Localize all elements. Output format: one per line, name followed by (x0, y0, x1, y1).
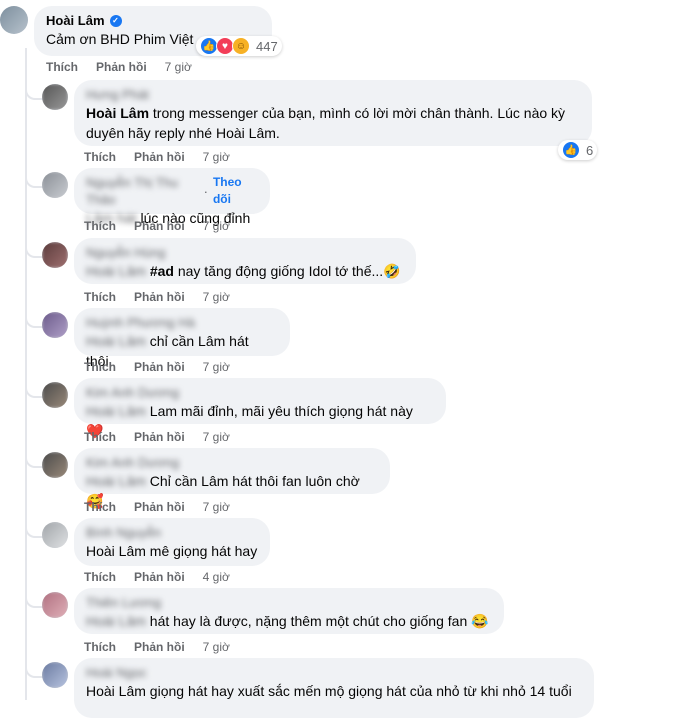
mention[interactable]: Hoài Lâm (86, 543, 146, 559)
comment-actions: Thích Phản hồi 7 giờ (84, 500, 230, 514)
reply-bubble: Huỳnh Phương Hà Hoài Lâm chỉ cần Lâm hát… (74, 308, 290, 369)
avatar[interactable] (42, 172, 68, 198)
avatar[interactable] (42, 84, 68, 110)
mention[interactable]: Hoài Lâm (86, 403, 146, 419)
rofl-emoji-icon: 🤣 (383, 263, 401, 279)
comment-actions: Thích Phản hồi 7 giờ (84, 290, 230, 304)
mention[interactable]: Hoài Lâm (86, 333, 146, 349)
comment-actions: Thích Phản hồi 7 giờ (84, 360, 230, 374)
like-button[interactable]: Thích (84, 430, 116, 444)
author-name[interactable]: Hưng Phát (86, 86, 149, 103)
reply-button[interactable]: Phản hồi (134, 219, 185, 233)
like-icon: 👍 (562, 141, 580, 159)
reply-bubble: Kim Anh Dương Hoài Lâm Lam mãi đỉnh, mãi… (74, 378, 446, 439)
reply-bubble: Nguyễn Thị Thu Thảo · Theo dõi Lâm hát lúc… (74, 168, 270, 226)
reply-button[interactable]: Phản hồi (134, 500, 185, 514)
reply-bubble: Nguyễn Hùng Hoài Lâm #ad nay tăng động g… (74, 238, 416, 284)
author-name[interactable]: Nguyễn Thị Thu Thảo (86, 174, 199, 208)
timestamp[interactable]: 7 giờ (203, 290, 230, 304)
timestamp[interactable]: 7 giờ (203, 430, 230, 444)
reply-bubble: Bình Nguyễn Hoài Lâm mê giọng hát hay (74, 518, 270, 566)
comment-actions: Thích Phản hồi 7 giờ (84, 150, 230, 164)
like-button[interactable]: Thích (84, 150, 116, 164)
timestamp[interactable]: 7 giờ (203, 500, 230, 514)
avatar[interactable] (42, 522, 68, 548)
avatar[interactable] (42, 452, 68, 478)
author-name[interactable]: Kim Anh Dương (86, 454, 179, 471)
reaction-summary[interactable]: 👍 ♥ ☺ 447 (196, 36, 282, 56)
reply-button[interactable]: Phản hồi (134, 570, 185, 584)
comment-text: Hoài Lâm giọng hát hay xuất sắc mến mộ g… (86, 683, 572, 699)
follow-button[interactable]: Theo dõi (213, 174, 258, 208)
reply-bubble: Hưng Phát Hoài Lâm trong messenger của b… (74, 80, 592, 146)
reply-button[interactable]: Phản hồi (134, 290, 185, 304)
care-icon: ☺ (232, 37, 250, 55)
avatar[interactable] (42, 662, 68, 688)
like-button[interactable]: Thích (84, 570, 116, 584)
avatar[interactable] (42, 592, 68, 618)
like-button[interactable]: Thích (84, 640, 116, 654)
reply-button[interactable]: Phản hồi (96, 60, 147, 74)
laughing-emoji-icon: 😂 (471, 613, 489, 629)
comment-actions: Thích Phản hồi 7 giờ (84, 640, 230, 654)
timestamp[interactable]: 7 giờ (203, 150, 230, 164)
reply-bubble: Kim Anh Dương Hoài Lâm Chỉ cần Lâm hát t… (74, 448, 390, 509)
comment-actions: Thích Phản hồi 7 giờ (84, 430, 230, 444)
comment-actions: Thích Phản hồi 4 giờ (84, 570, 230, 584)
like-button[interactable]: Thích (46, 60, 78, 74)
reply-bubble: Thiên Lương Hoài Lâm hát hay là được, nặ… (74, 588, 504, 634)
comment-text: nay tăng động giống Idol tớ thế... (173, 263, 384, 279)
comment-text: hát hay là được, nặng thêm một chút cho … (145, 613, 468, 629)
like-button[interactable]: Thích (84, 500, 116, 514)
like-button[interactable]: Thích (84, 290, 116, 304)
author-name[interactable]: Thiên Lương (86, 594, 161, 611)
comment-text: Lam mãi đỉnh, mãi yêu thích giọng hát nà… (145, 403, 413, 419)
author-name[interactable]: Hoài Lâm (46, 12, 105, 29)
comment-text: mê giọng hát hay (145, 543, 258, 559)
reply-button[interactable]: Phản hồi (134, 360, 185, 374)
mention[interactable]: Hoài Lâm (86, 473, 146, 489)
reply-button[interactable]: Phản hồi (134, 150, 185, 164)
comment-text: trong messenger của bạn, mình có lời mời… (86, 105, 566, 141)
author-name[interactable]: Kim Anh Dương (86, 384, 179, 401)
comment-actions: Thích Phản hồi 7 giờ (84, 219, 230, 233)
mention[interactable]: Hoài Lâm (86, 263, 146, 279)
timestamp[interactable]: 7 giờ (203, 640, 230, 654)
reply-button[interactable]: Phản hồi (134, 430, 185, 444)
author-name[interactable]: Nguyễn Hùng (86, 244, 166, 261)
mention[interactable]: Hoài Lâm (86, 105, 149, 121)
verified-badge-icon: ✓ (109, 14, 122, 27)
timestamp[interactable]: 4 giờ (203, 570, 230, 584)
mention[interactable]: Hoài Lâm (86, 613, 146, 629)
like-button[interactable]: Thích (84, 219, 116, 233)
reaction-count: 447 (256, 38, 278, 54)
reaction-summary[interactable]: 👍 6 (558, 140, 598, 160)
avatar[interactable] (42, 312, 68, 338)
comment-text: Chỉ cần Lâm hát thôi fan luôn chờ (145, 473, 360, 489)
reaction-count: 6 (586, 142, 594, 158)
timestamp[interactable]: 7 giờ (165, 60, 192, 74)
hashtag[interactable]: #ad (150, 263, 174, 279)
timestamp[interactable]: 7 giờ (203, 219, 230, 233)
reply-button[interactable]: Phản hồi (134, 640, 185, 654)
author-name[interactable]: Hoài Ngọc (86, 664, 147, 681)
comment-actions: Thích Phản hồi 7 giờ (46, 60, 192, 74)
avatar[interactable] (0, 6, 28, 34)
reply-bubble: Hoài Ngọc Hoài Lâm giọng hát hay xuất sắ… (74, 658, 594, 718)
author-name[interactable]: Bình Nguyễn (86, 524, 161, 541)
like-button[interactable]: Thích (84, 360, 116, 374)
avatar[interactable] (42, 242, 68, 268)
avatar[interactable] (42, 382, 68, 408)
author-name[interactable]: Huỳnh Phương Hà (86, 314, 195, 331)
timestamp[interactable]: 7 giờ (203, 360, 230, 374)
